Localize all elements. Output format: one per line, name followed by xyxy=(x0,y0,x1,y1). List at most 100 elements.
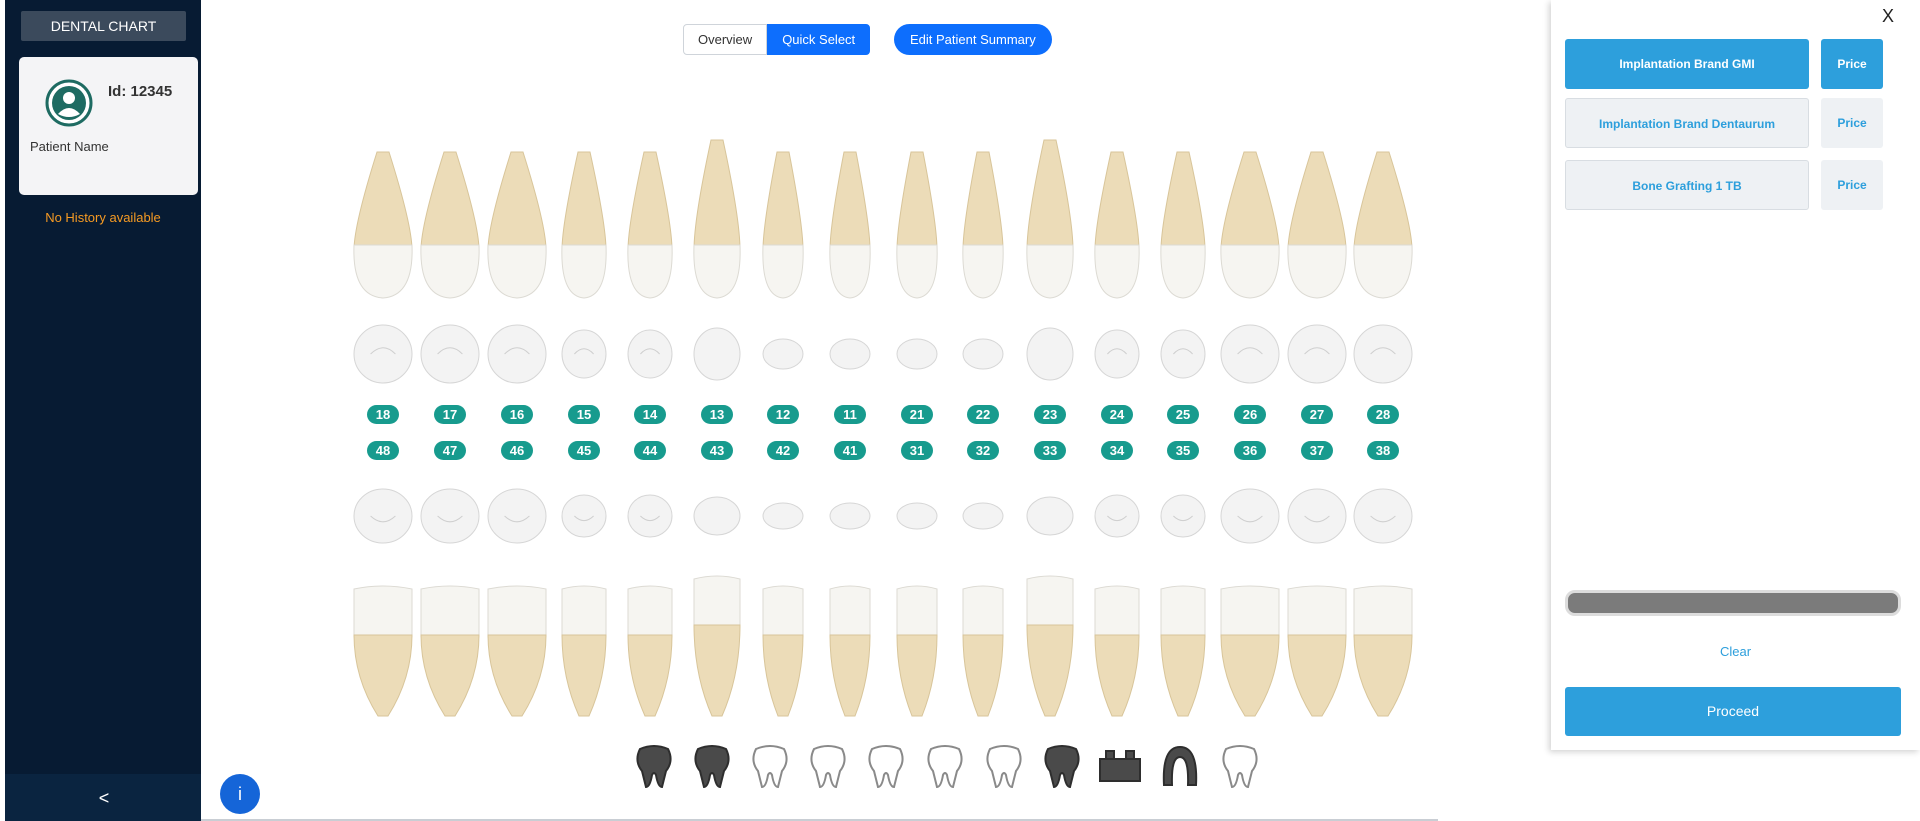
procedure-implantation-dentaurum[interactable]: Implantation Brand Dentaurum xyxy=(1565,98,1809,148)
tooth-number-11[interactable]: 11 xyxy=(834,405,866,424)
tooth-22-side[interactable] xyxy=(961,150,1005,300)
tooth-18-side[interactable] xyxy=(352,150,414,300)
tooth-36-occlusal[interactable] xyxy=(1219,487,1281,545)
tooth-41-side[interactable] xyxy=(828,585,872,718)
tooth-17-occlusal[interactable] xyxy=(419,323,481,385)
gum-icon[interactable] xyxy=(1038,741,1086,791)
tooth-48-side[interactable] xyxy=(352,585,414,718)
tooth-13-occlusal[interactable] xyxy=(692,326,742,382)
proceed-button[interactable]: Proceed xyxy=(1565,687,1901,736)
procedure-bone-grafting[interactable]: Bone Grafting 1 TB xyxy=(1565,160,1809,210)
tooth-34-side[interactable] xyxy=(1093,585,1141,718)
info-button[interactable]: i xyxy=(220,774,260,814)
tooth-number-25[interactable]: 25 xyxy=(1167,405,1199,424)
tooth-13-side[interactable] xyxy=(692,138,742,300)
tooth-44-occlusal[interactable] xyxy=(626,493,674,539)
tooth-12-side[interactable] xyxy=(761,150,805,300)
tab-overview[interactable]: Overview xyxy=(683,24,768,55)
tab-quick-select[interactable]: Quick Select xyxy=(767,24,871,55)
tooth-47-occlusal[interactable] xyxy=(419,487,481,545)
tooth-number-46[interactable]: 46 xyxy=(501,441,533,460)
tooth-25-side[interactable] xyxy=(1159,150,1207,300)
tooth-number-45[interactable]: 45 xyxy=(568,441,600,460)
tooth-38-side[interactable] xyxy=(1352,585,1414,718)
tooth-23-occlusal[interactable] xyxy=(1025,326,1075,382)
tooth-15-side[interactable] xyxy=(560,150,608,300)
tooth-31-occlusal[interactable] xyxy=(895,501,939,531)
tooth-32-occlusal[interactable] xyxy=(961,501,1005,531)
tooth-48-occlusal[interactable] xyxy=(352,487,414,545)
tooth-number-16[interactable]: 16 xyxy=(501,405,533,424)
tooth-number-22[interactable]: 22 xyxy=(967,405,999,424)
tooth-25-occlusal[interactable] xyxy=(1159,328,1207,380)
collapse-sidebar-button[interactable]: < xyxy=(93,787,115,809)
tooth-45-side[interactable] xyxy=(560,585,608,718)
tooth-11-occlusal[interactable] xyxy=(828,337,872,371)
tooth-number-31[interactable]: 31 xyxy=(901,441,933,460)
tooth-number-27[interactable]: 27 xyxy=(1301,405,1333,424)
tooth-cleaning-icon[interactable] xyxy=(688,741,736,791)
tooth-16-side[interactable] xyxy=(486,150,548,300)
tooth-number-15[interactable]: 15 xyxy=(568,405,600,424)
tooth-22-occlusal[interactable] xyxy=(961,337,1005,371)
tooth-14-occlusal[interactable] xyxy=(626,328,674,380)
price-button[interactable]: Price xyxy=(1821,39,1883,89)
tooth-17-side[interactable] xyxy=(419,150,481,300)
tooth-number-42[interactable]: 42 xyxy=(767,441,799,460)
tooth-28-occlusal[interactable] xyxy=(1352,323,1414,385)
tooth-37-occlusal[interactable] xyxy=(1286,487,1348,545)
tooth-46-occlusal[interactable] xyxy=(486,487,548,545)
clear-link[interactable]: Clear xyxy=(1551,644,1920,659)
tooth-number-32[interactable]: 32 xyxy=(967,441,999,460)
tooth-number-37[interactable]: 37 xyxy=(1301,441,1333,460)
tooth-45-occlusal[interactable] xyxy=(560,493,608,539)
tooth-46-side[interactable] xyxy=(486,585,548,718)
tooth-number-13[interactable]: 13 xyxy=(701,405,733,424)
tooth-33-occlusal[interactable] xyxy=(1025,495,1075,537)
patient-card[interactable]: Id: 12345 Patient Name xyxy=(19,57,198,195)
tooth-extraction-icon[interactable] xyxy=(921,741,969,791)
tooth-number-21[interactable]: 21 xyxy=(901,405,933,424)
tooth-26-occlusal[interactable] xyxy=(1219,323,1281,385)
tooth-31-side[interactable] xyxy=(895,585,939,718)
tooth-27-occlusal[interactable] xyxy=(1286,323,1348,385)
tooth-37-side[interactable] xyxy=(1286,585,1348,718)
tooth-11-side[interactable] xyxy=(828,150,872,300)
tooth-number-28[interactable]: 28 xyxy=(1367,405,1399,424)
tooth-43-side[interactable] xyxy=(692,575,742,718)
tooth-drill-icon[interactable] xyxy=(804,741,852,791)
bridge-icon[interactable] xyxy=(1096,741,1144,791)
horizontal-scrollbar[interactable] xyxy=(1565,590,1901,616)
procedure-implantation-gmi[interactable]: Implantation Brand GMI xyxy=(1565,39,1809,89)
denture-icon[interactable] xyxy=(1156,741,1204,791)
tooth-36-side[interactable] xyxy=(1219,585,1281,718)
tooth-24-occlusal[interactable] xyxy=(1093,328,1141,380)
tooth-44-side[interactable] xyxy=(626,585,674,718)
tooth-14-side[interactable] xyxy=(626,150,674,300)
braces-icon[interactable] xyxy=(980,741,1028,791)
implant-icon[interactable] xyxy=(862,741,910,791)
tooth-26-side[interactable] xyxy=(1219,150,1281,300)
tooth-number-44[interactable]: 44 xyxy=(634,441,666,460)
tooth-35-occlusal[interactable] xyxy=(1159,493,1207,539)
tooth-number-43[interactable]: 43 xyxy=(701,441,733,460)
tooth-12-occlusal[interactable] xyxy=(761,337,805,371)
tooth-number-24[interactable]: 24 xyxy=(1101,405,1133,424)
close-panel-button[interactable]: X xyxy=(1882,6,1894,27)
tooth-35-side[interactable] xyxy=(1159,585,1207,718)
tooth-41-occlusal[interactable] xyxy=(828,501,872,531)
tooth-number-35[interactable]: 35 xyxy=(1167,441,1199,460)
tooth-33-side[interactable] xyxy=(1025,575,1075,718)
tooth-42-occlusal[interactable] xyxy=(761,501,805,531)
tooth-24-side[interactable] xyxy=(1093,150,1141,300)
tooth-34-occlusal[interactable] xyxy=(1093,493,1141,539)
tooth-47-side[interactable] xyxy=(419,585,481,718)
tooth-number-41[interactable]: 41 xyxy=(834,441,866,460)
tooth-16-occlusal[interactable] xyxy=(486,323,548,385)
tooth-number-17[interactable]: 17 xyxy=(434,405,466,424)
tooth-21-occlusal[interactable] xyxy=(895,337,939,371)
tooth-23-side[interactable] xyxy=(1025,138,1075,300)
tooth-number-48[interactable]: 48 xyxy=(367,441,399,460)
tooth-number-18[interactable]: 18 xyxy=(367,405,399,424)
price-button[interactable]: Price xyxy=(1821,160,1883,210)
